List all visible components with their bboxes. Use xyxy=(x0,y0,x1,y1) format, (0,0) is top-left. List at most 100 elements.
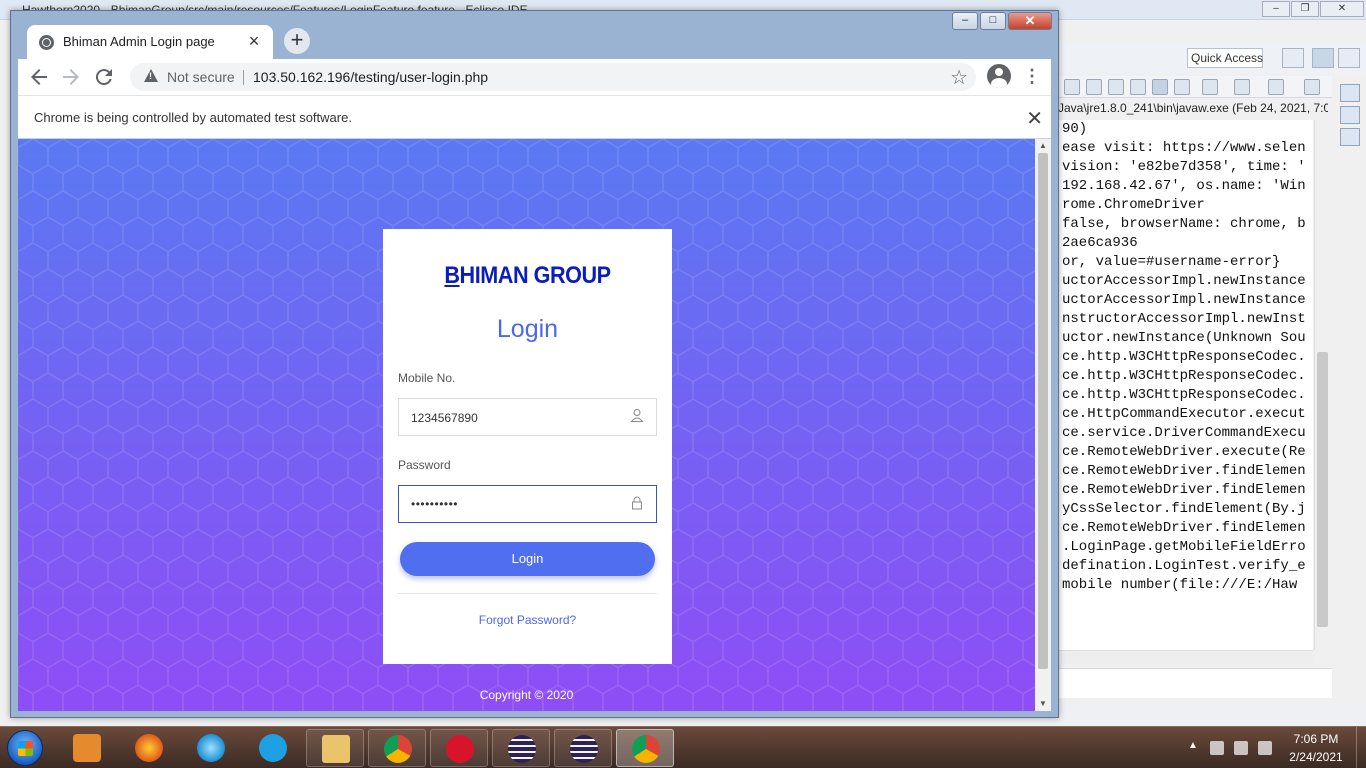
password-value[interactable]: •••••••••• xyxy=(411,497,458,511)
show-desktop-button[interactable] xyxy=(1356,727,1366,768)
console-line: yCssSelector.findElement(By.j xyxy=(1062,501,1306,517)
quick-access-field[interactable]: Quick Access xyxy=(1187,48,1263,68)
new-tab-button[interactable]: + xyxy=(284,28,310,54)
reload-icon[interactable] xyxy=(92,65,116,89)
task-list-icon[interactable] xyxy=(1340,128,1360,146)
page-vertical-scrollbar[interactable]: ▲ ▼ xyxy=(1035,139,1051,711)
warning-icon[interactable] xyxy=(144,69,158,82)
password-label: Password xyxy=(398,458,451,472)
taskbar-eclipse-2[interactable] xyxy=(554,729,612,767)
login-card: BHIMAN GROUP Login Mobile No. 1234567890… xyxy=(383,229,672,664)
taskbar-skype[interactable] xyxy=(244,729,302,767)
clock-date[interactable]: 2/24/2021 xyxy=(1286,750,1346,764)
omnibox-separator xyxy=(243,70,244,85)
opera-icon xyxy=(446,735,474,763)
terminate-icon[interactable] xyxy=(1064,79,1080,95)
chrome-icon xyxy=(384,735,412,763)
console-output[interactable]: 90) ease visit: https://www.selen vision: … xyxy=(1056,120,1313,650)
eclipse-close-button[interactable]: ✕ xyxy=(1320,1,1364,17)
debug-perspective-icon[interactable] xyxy=(1338,48,1360,68)
tab-close-icon[interactable]: × xyxy=(244,31,264,51)
network-icon[interactable] xyxy=(1234,741,1248,755)
remove-launch-icon[interactable] xyxy=(1086,79,1102,95)
brand-logo: BHIMAN GROUP xyxy=(397,262,657,290)
console-line: 90) xyxy=(1062,121,1088,137)
internet-explorer-icon xyxy=(197,734,225,762)
taskbar-internet-explorer[interactable] xyxy=(182,729,240,767)
taskbar-eclipse-1[interactable] xyxy=(492,729,550,767)
console-line: uctorAccessorImpl.newInstance xyxy=(1062,273,1306,289)
console-line: false, browserName: chrome, b xyxy=(1062,216,1306,232)
login-button[interactable]: Login xyxy=(400,542,655,576)
taskbar-chrome[interactable] xyxy=(368,729,426,767)
tab-title: Bhiman Admin Login page xyxy=(63,34,215,49)
console-view-toolbar xyxy=(1056,76,1332,98)
tab-login-page[interactable]: Bhiman Admin Login page × xyxy=(27,25,273,59)
console-launch-path: Java\jre1.8.0_241\bin\javaw.exe (Feb 24,… xyxy=(1058,101,1328,115)
console-line: ce.HttpCommandExecutor.execut xyxy=(1062,406,1306,422)
remove-all-icon[interactable] xyxy=(1108,79,1124,95)
back-arrow-icon[interactable] xyxy=(27,65,51,89)
not-secure-label[interactable]: Not secure xyxy=(167,69,235,85)
eclipse-minimize-button[interactable]: – xyxy=(1262,1,1290,17)
profile-icon[interactable] xyxy=(987,64,1011,88)
word-wrap-icon[interactable] xyxy=(1174,79,1190,95)
media-player-icon xyxy=(73,734,101,762)
mobile-value[interactable]: 1234567890 xyxy=(411,411,478,425)
eclipse-icon xyxy=(570,735,598,763)
page-viewport: BHIMAN GROUP Login Mobile No. 1234567890… xyxy=(18,139,1035,711)
scroll-up-icon[interactable]: ▲ xyxy=(1039,141,1047,150)
show-hidden-icons-icon[interactable]: ▲ xyxy=(1188,740,1198,751)
minimize-view-icon[interactable] xyxy=(1304,79,1320,95)
automation-infobar: Chrome is being controlled by automated … xyxy=(18,95,1051,139)
globe-icon xyxy=(39,35,54,50)
forgot-password-link[interactable]: Forgot Password? xyxy=(383,613,672,627)
tray-device-icon[interactable] xyxy=(1210,741,1224,755)
console-vertical-scrollbar[interactable] xyxy=(1314,120,1329,650)
address-bar[interactable]: Not secure 103.50.162.196/testing/user-l… xyxy=(130,63,976,91)
volume-icon[interactable] xyxy=(1258,741,1272,755)
eclipse-lower-panel xyxy=(1056,668,1332,698)
brand-logo-rest: HIMAN GROUP xyxy=(459,262,612,289)
pin-console-icon[interactable] xyxy=(1202,79,1218,95)
clock-time[interactable]: 7:06 PM xyxy=(1290,732,1342,746)
open-console-icon[interactable] xyxy=(1268,79,1284,95)
scroll-lock-icon[interactable] xyxy=(1152,79,1168,95)
console-line: .LoginPage.getMobileFieldErro xyxy=(1062,539,1306,555)
start-button[interactable] xyxy=(7,730,43,766)
page-scroll-thumb[interactable] xyxy=(1038,153,1048,669)
mobile-label: Mobile No. xyxy=(398,371,456,385)
console-line: ce.RemoteWebDriver.findElemen xyxy=(1062,463,1306,479)
taskbar-firefox[interactable] xyxy=(120,729,178,767)
taskbar-opera[interactable] xyxy=(430,729,488,767)
taskbar-file-explorer[interactable] xyxy=(306,729,364,767)
url-text[interactable]: 103.50.162.196/testing/user-login.php xyxy=(253,69,488,85)
outline-view-icon[interactable] xyxy=(1340,106,1360,124)
display-console-icon[interactable] xyxy=(1234,79,1250,95)
scroll-down-icon[interactable]: ▼ xyxy=(1039,699,1047,708)
password-field[interactable]: •••••••••• xyxy=(398,485,657,523)
forward-arrow-icon[interactable] xyxy=(59,65,83,89)
eclipse-icon xyxy=(508,735,536,763)
clear-console-icon[interactable] xyxy=(1130,79,1146,95)
restore-view-icon[interactable] xyxy=(1340,84,1360,102)
infobar-close-icon[interactable]: ✕ xyxy=(1026,106,1043,131)
console-line: rome.ChromeDriver xyxy=(1062,197,1205,213)
lock-icon xyxy=(631,496,643,510)
console-horizontal-scrollbar[interactable] xyxy=(1056,650,1313,664)
mobile-field[interactable]: 1234567890 xyxy=(398,398,657,436)
console-scroll-thumb[interactable] xyxy=(1317,352,1328,627)
chrome-icon xyxy=(632,735,660,763)
java-perspective-icon[interactable] xyxy=(1312,48,1334,68)
menu-dots-icon[interactable]: ⋮ xyxy=(1022,64,1042,88)
console-line: or, value=#username-error} xyxy=(1062,254,1281,270)
taskbar-media-player[interactable] xyxy=(58,729,116,767)
console-line: vision: 'e82be7d358', time: ' xyxy=(1062,159,1306,175)
console-line: ease visit: https://www.selen xyxy=(1062,140,1306,156)
open-perspective-icon[interactable] xyxy=(1282,48,1304,68)
eclipse-status-bar xyxy=(1060,702,1366,726)
firefox-icon xyxy=(135,734,163,762)
eclipse-restore-button[interactable]: ❐ xyxy=(1291,1,1319,17)
taskbar-chrome-active[interactable] xyxy=(616,729,674,767)
bookmark-star-icon[interactable]: ☆ xyxy=(950,65,968,90)
